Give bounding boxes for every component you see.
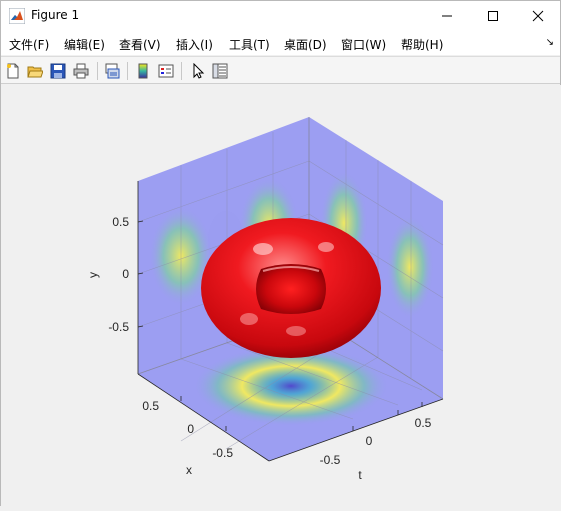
toolbar-separator: [127, 62, 128, 80]
link-plot-button[interactable]: [102, 61, 122, 81]
save-button[interactable]: [48, 61, 68, 81]
dock-arrow-icon[interactable]: ↘: [546, 37, 554, 48]
close-button[interactable]: [515, 1, 561, 31]
open-file-button[interactable]: [25, 61, 45, 81]
property-inspector-button[interactable]: [210, 61, 230, 81]
pointer-button[interactable]: [188, 61, 208, 81]
property-inspector-icon: [212, 63, 228, 79]
window-title: Figure 1: [31, 8, 80, 22]
insert-colorbar-icon: [138, 63, 148, 79]
maximize-button[interactable]: [470, 1, 516, 31]
insert-legend-icon: [158, 64, 174, 78]
matlab-icon: [9, 8, 25, 24]
save-icon: [50, 63, 66, 79]
x-axis-label: x: [186, 463, 192, 477]
torus-surface[interactable]: [201, 218, 381, 358]
close-icon: [532, 10, 544, 22]
minimize-button[interactable]: [424, 1, 470, 31]
y-tick-label: 0: [122, 267, 129, 281]
menu-tools[interactable]: 工具(T): [229, 36, 270, 53]
y-axis-label: y: [86, 272, 100, 278]
menu-help[interactable]: 帮助(H): [401, 36, 443, 53]
toolbar-separator: [181, 62, 182, 80]
new-figure-icon: [7, 63, 19, 79]
axes-3d[interactable]: 0.5 0 -0.5 0.5 0 -0.5 -0.5 0 0.5 y x t: [1, 85, 561, 507]
menu-file[interactable]: 文件(F): [9, 36, 49, 53]
maximize-icon: [488, 11, 498, 21]
figure-window: Figure 1 文件(F) 编辑(E) 查看(V) 插入(I) 工具(T) 桌…: [0, 0, 561, 507]
t-tick-label: 0: [366, 434, 373, 448]
t-tick-label: -0.5: [320, 453, 341, 467]
x-tick-label: 0.5: [142, 399, 159, 413]
print-button[interactable]: [71, 61, 91, 81]
pointer-icon: [193, 63, 205, 79]
t-tick-label: 0.5: [415, 416, 432, 430]
open-file-icon: [27, 66, 43, 78]
menu-bar: 文件(F) 编辑(E) 查看(V) 插入(I) 工具(T) 桌面(D) 窗口(W…: [1, 31, 560, 55]
y-tick-label: 0.5: [112, 215, 129, 229]
t-axis-label: t: [358, 468, 362, 482]
figure-canvas[interactable]: 0.5 0 -0.5 0.5 0 -0.5 -0.5 0 0.5 y x t: [1, 85, 561, 507]
x-tick-label: 0: [187, 422, 194, 436]
print-icon: [73, 63, 89, 79]
figure-toolbar: [1, 56, 560, 84]
menu-edit[interactable]: 编辑(E): [64, 36, 105, 53]
menu-view[interactable]: 查看(V): [119, 36, 161, 53]
new-figure-button[interactable]: [3, 61, 23, 81]
menu-window[interactable]: 窗口(W): [341, 36, 386, 53]
y-tick-label: -0.5: [108, 320, 129, 334]
menu-desktop[interactable]: 桌面(D): [284, 36, 327, 53]
insert-legend-button[interactable]: [156, 61, 176, 81]
menu-insert[interactable]: 插入(I): [176, 36, 213, 53]
toolbar-separator: [97, 62, 98, 80]
minimize-icon: [442, 15, 452, 17]
x-tick-label: -0.5: [212, 446, 233, 460]
title-bar[interactable]: Figure 1: [1, 1, 560, 31]
insert-colorbar-button[interactable]: [133, 61, 153, 81]
link-plot-icon: [105, 63, 120, 79]
